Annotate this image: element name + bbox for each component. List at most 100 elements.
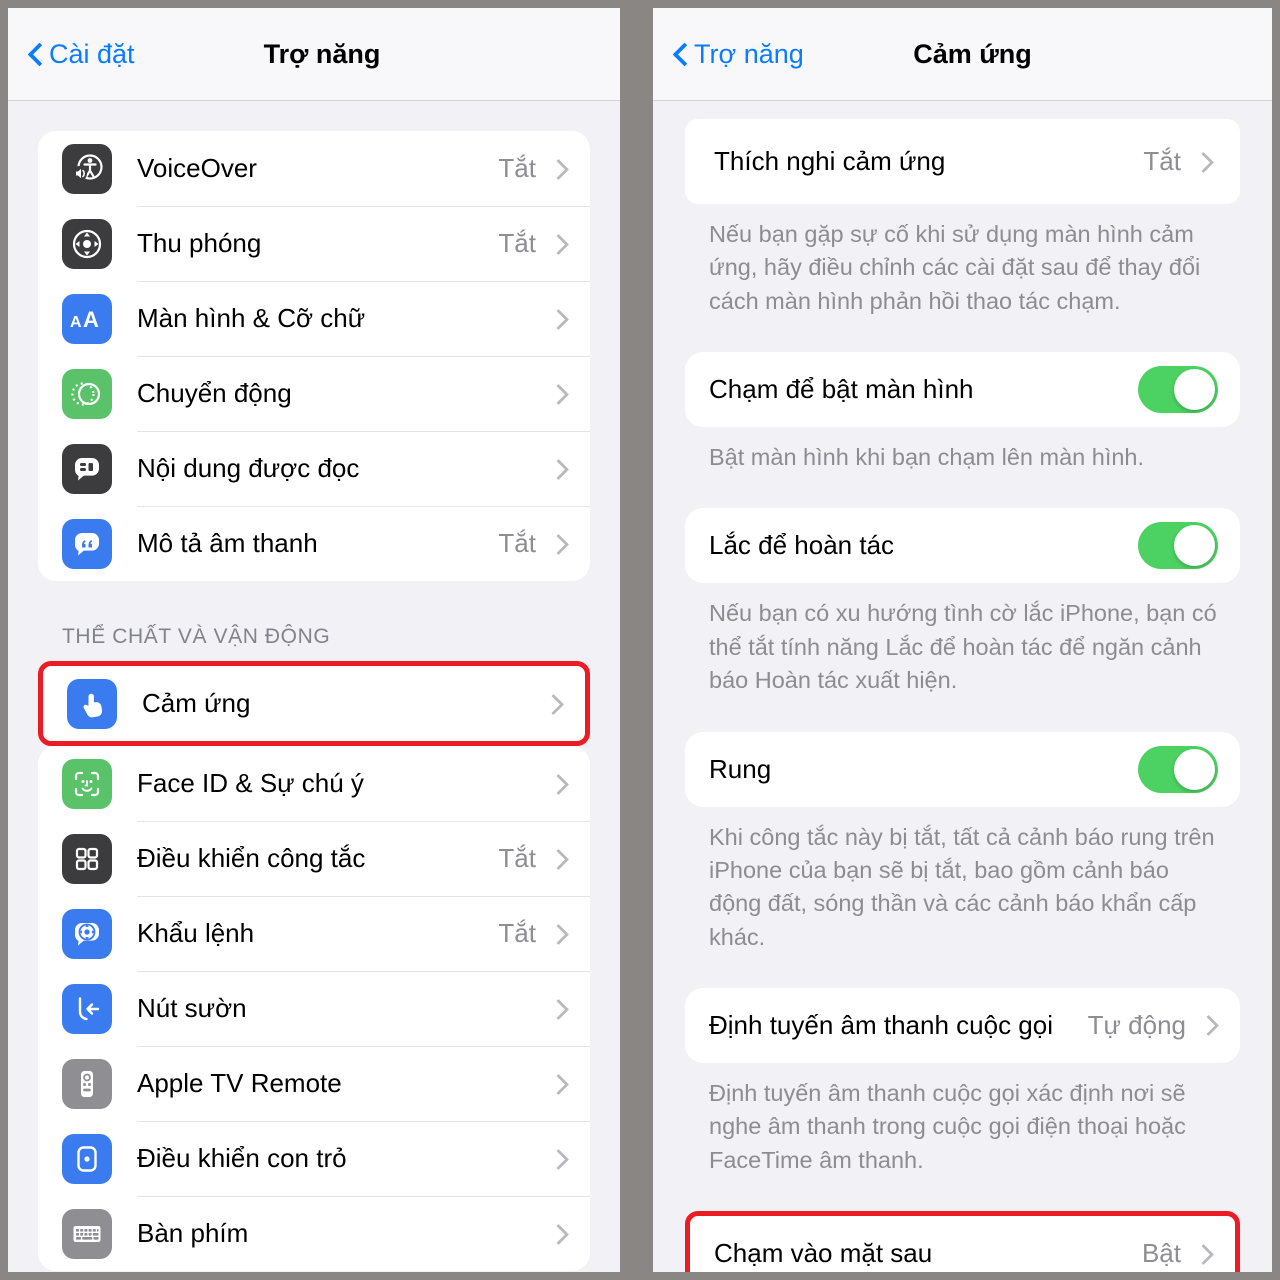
sidebar-item-zoom[interactable]: Thu phóng Tắt bbox=[38, 206, 590, 281]
note-tap-to-wake: Bật màn hình khi bạn chạm lên màn hình. bbox=[709, 444, 1145, 471]
sidebar-item-motion[interactable]: Chuyển động bbox=[38, 356, 590, 431]
chevron-left-icon bbox=[28, 42, 42, 66]
zoom-icon bbox=[62, 218, 112, 269]
sidebar-item-voice-control[interactable]: Khẩu lệnh Tắt bbox=[38, 896, 590, 971]
sidebar-item-label: Mô tả âm thanh bbox=[137, 528, 318, 558]
back-to-settings-button[interactable]: Cài đặt bbox=[8, 39, 135, 70]
left-phone-screen: Cài đặt Trợ năng VoiceOver Tắt Thu phóng… bbox=[8, 8, 620, 1272]
right-nav-bar: Trợ năng Cảm ứng bbox=[653, 8, 1272, 101]
chevron-right-icon bbox=[550, 379, 568, 409]
touch-icon bbox=[67, 678, 117, 729]
left-nav-bar: Cài đặt Trợ năng bbox=[8, 8, 620, 101]
row-vibration[interactable]: Rung bbox=[685, 732, 1240, 807]
sidebar-item-keyboard[interactable]: Bàn phím bbox=[38, 1196, 590, 1271]
adaptive-touch-row-wrapper[interactable]: Thích nghi cảm ứng Tắt bbox=[685, 119, 1240, 204]
sidebar-item-value: Tắt bbox=[498, 918, 536, 948]
side-button-icon bbox=[62, 983, 112, 1034]
chevron-right-icon bbox=[1195, 147, 1213, 177]
face-id-icon bbox=[62, 758, 112, 809]
chevron-right-icon bbox=[550, 454, 568, 484]
toggle-knob bbox=[1174, 748, 1215, 790]
row-label: Chạm để bật màn hình bbox=[709, 374, 974, 405]
tap-to-wake-group: Chạm để bật màn hình bbox=[685, 352, 1240, 428]
svg-text:A: A bbox=[83, 307, 99, 332]
note-vibration: Khi công tắc này bị tắt, tất cả cảnh báo… bbox=[709, 823, 1215, 950]
spoken-content-icon bbox=[62, 443, 112, 494]
row-tap-to-wake[interactable]: Chạm để bật màn hình bbox=[685, 352, 1240, 427]
back-tap-row-highlight[interactable]: Chạm vào mặt sau Bật bbox=[685, 1211, 1240, 1272]
row-call-audio-routing[interactable]: Định tuyến âm thanh cuộc gọi Tự động bbox=[685, 988, 1240, 1063]
switch-control-icon bbox=[62, 833, 112, 884]
row-label: Thích nghi cảm ứng bbox=[714, 146, 946, 176]
right-phone-screen: Trợ năng Cảm ứng Thích nghi cảm ứng Tắt … bbox=[653, 8, 1272, 1272]
sidebar-item-audio-descriptions[interactable]: Mô tả âm thanh Tắt bbox=[38, 506, 590, 581]
row-label: Chạm vào mặt sau bbox=[714, 1238, 933, 1269]
sidebar-item-spoken-content[interactable]: Nội dung được đọc bbox=[38, 431, 590, 506]
sidebar-item-voiceover[interactable]: VoiceOver Tắt bbox=[38, 131, 590, 206]
sidebar-item-label: Thu phóng bbox=[137, 228, 262, 258]
sidebar-item-label: Màn hình & Cỡ chữ bbox=[137, 303, 366, 333]
vibration-toggle[interactable] bbox=[1138, 745, 1218, 793]
row-value: Tắt bbox=[1143, 146, 1181, 176]
display-text-size-icon: A A bbox=[62, 293, 112, 344]
vibration-group: Rung bbox=[685, 731, 1240, 807]
top-spacer bbox=[38, 101, 590, 131]
call-audio-routing-group: Định tuyến âm thanh cuộc gọi Tự động bbox=[685, 987, 1240, 1063]
left-scroll-area[interactable]: VoiceOver Tắt Thu phóng Tắt A A Màn hình… bbox=[8, 101, 620, 1272]
row-shake-to-undo[interactable]: Lắc để hoàn tác bbox=[685, 508, 1240, 583]
sidebar-item-face-id[interactable]: Face ID & Sự chú ý bbox=[38, 746, 590, 821]
right-scroll-area[interactable]: Thích nghi cảm ứng Tắt Nếu bạn gặp sự cố… bbox=[653, 101, 1272, 1272]
clipped-section-header bbox=[685, 101, 1240, 119]
voiceover-icon bbox=[62, 143, 112, 194]
sidebar-item-label: Bàn phím bbox=[137, 1218, 249, 1248]
audio-descriptions-icon bbox=[62, 518, 112, 569]
chevron-right-icon bbox=[550, 529, 568, 559]
row-value: Tự động bbox=[1087, 1009, 1186, 1040]
sidebar-item-label: Nút sườn bbox=[137, 993, 247, 1023]
chevron-right-icon bbox=[550, 1069, 568, 1099]
sidebar-item-touch-highlight[interactable]: Cảm ứng bbox=[38, 661, 590, 746]
pointer-control-icon bbox=[62, 1133, 112, 1184]
row-back-tap[interactable]: Chạm vào mặt sau Bật bbox=[690, 1216, 1235, 1272]
section-header-physical-motor: THỂ CHẤT VÀ VẬN ĐỘNG bbox=[62, 625, 331, 648]
shake-to-undo-group: Lắc để hoàn tác bbox=[685, 508, 1240, 584]
sidebar-item-value: Tắt bbox=[498, 153, 536, 183]
shake-to-undo-toggle[interactable] bbox=[1138, 522, 1218, 570]
toggle-knob bbox=[1174, 369, 1215, 411]
row-adaptive-touch[interactable]: Thích nghi cảm ứng Tắt bbox=[690, 124, 1235, 199]
sidebar-item-label: Face ID & Sự chú ý bbox=[137, 768, 364, 798]
sidebar-item-display-text-size[interactable]: A A Màn hình & Cỡ chữ bbox=[38, 281, 590, 356]
chevron-right-icon bbox=[550, 844, 568, 874]
chevron-right-icon bbox=[550, 304, 568, 334]
row-label: Lắc để hoàn tác bbox=[709, 530, 895, 561]
tap-to-wake-toggle[interactable] bbox=[1138, 366, 1218, 414]
sidebar-item-switch-control[interactable]: Điều khiển công tắc Tắt bbox=[38, 821, 590, 896]
back-label: Cài đặt bbox=[49, 38, 135, 69]
chevron-right-icon bbox=[550, 154, 568, 184]
sidebar-item-pointer-control[interactable]: Điều khiển con trỏ bbox=[38, 1121, 590, 1196]
clipped-header-text bbox=[709, 101, 715, 105]
chevron-right-icon bbox=[550, 1219, 568, 1249]
sidebar-item-value: Tắt bbox=[498, 843, 536, 873]
sidebar-item-value: Tắt bbox=[498, 228, 536, 258]
back-to-accessibility-button[interactable]: Trợ năng bbox=[653, 39, 804, 70]
sidebar-item-side-button[interactable]: Nút sườn bbox=[38, 971, 590, 1046]
chevron-right-icon bbox=[550, 769, 568, 799]
sidebar-item-label: Chuyển động bbox=[137, 378, 292, 408]
toggle-knob bbox=[1174, 525, 1215, 567]
note-call-audio-routing: Định tuyến âm thanh cuộc gọi xác định nơ… bbox=[709, 1079, 1186, 1173]
chevron-right-icon bbox=[545, 689, 563, 719]
svg-text:A: A bbox=[70, 314, 82, 331]
sidebar-item-value: Tắt bbox=[498, 528, 536, 558]
sidebar-item-touch[interactable]: Cảm ứng bbox=[43, 666, 585, 741]
sidebar-item-apple-tv-remote[interactable]: Apple TV Remote bbox=[38, 1046, 590, 1121]
chevron-left-icon bbox=[673, 42, 687, 66]
keyboard-icon bbox=[62, 1208, 112, 1259]
sidebar-item-label: Khẩu lệnh bbox=[137, 918, 255, 948]
chevron-right-icon bbox=[550, 994, 568, 1024]
sidebar-item-label: Apple TV Remote bbox=[137, 1068, 342, 1098]
chevron-right-icon bbox=[550, 919, 568, 949]
